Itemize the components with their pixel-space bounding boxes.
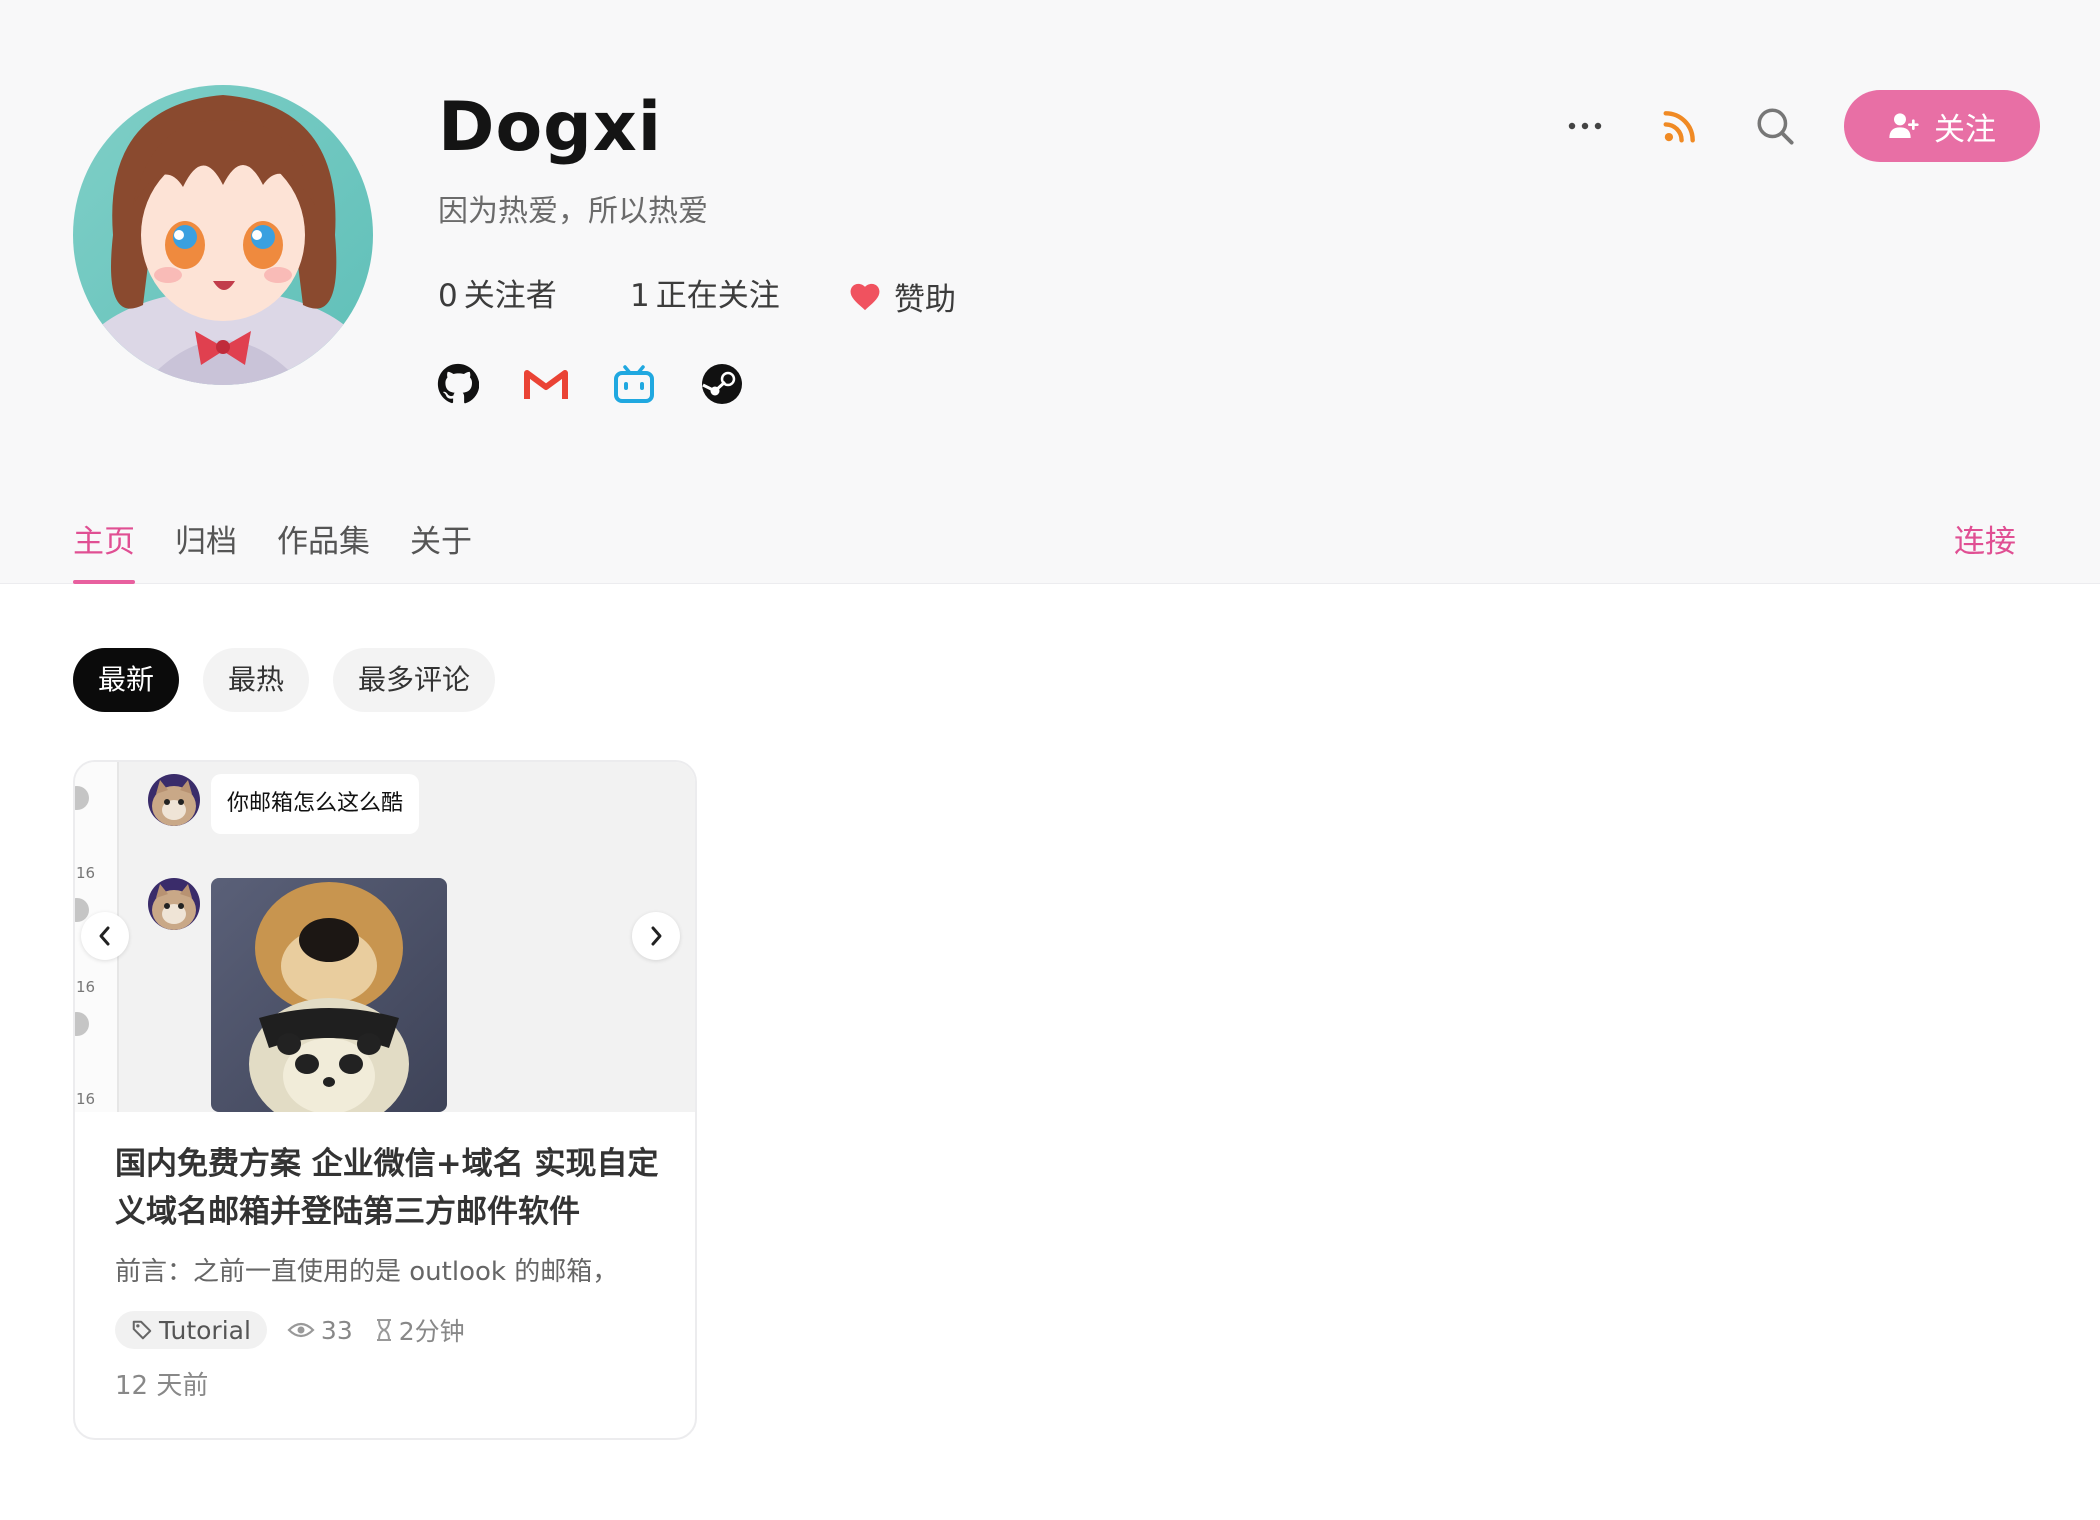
chat-avatar [148,878,200,930]
profile-stats: 0 关注者 1 正在关注 赞助 [438,272,956,320]
steam-icon [702,364,742,404]
gmail-link[interactable] [524,362,568,406]
post-read-time: 2分钟 [375,1312,465,1348]
ellipsis-icon [1568,122,1602,130]
avatar[interactable] [73,85,373,385]
sort-filters: 最新 最热 最多评论 [73,648,519,712]
heart-icon [850,283,880,311]
strip-dot [75,1012,89,1036]
chevron-left-icon [99,926,110,946]
bilibili-icon [614,365,654,403]
following-stat[interactable]: 1 正在关注 [630,272,848,320]
following-count: 1 [630,278,650,314]
post-tag-label: Tutorial [159,1315,251,1345]
post-excerpt: 前言：之前一直使用的是 outlook 的邮箱， [115,1257,619,1287]
rss-icon [1663,111,1695,143]
post-views: 33 [287,1316,353,1345]
strip-number: 16 [76,978,96,996]
eye-icon [287,1322,315,1338]
add-user-icon [1889,113,1919,138]
profile-bio: 因为热爱，所以热爱 [438,194,708,229]
sponsor-button[interactable]: 赞助 [848,274,956,319]
filter-most-comments[interactable]: 最多评论 [333,648,496,712]
post-read-time-label: 2分钟 [398,1317,465,1346]
chevron-right-icon [651,926,662,946]
connect-link[interactable]: 连接 [1954,510,2016,574]
hourglass-icon [376,1319,391,1341]
more-button[interactable] [1561,102,1609,150]
social-links [436,362,788,406]
cover-prev-button[interactable] [81,912,129,960]
post-views-count: 33 [320,1315,353,1345]
post-title[interactable]: 国内免费方案 企业微信+域名 实现自定义域名邮箱并登陆第三方邮件软件 [115,1140,665,1236]
strip-number: 16 [76,1090,96,1108]
follow-button[interactable]: 关注 [1844,90,2040,162]
github-link[interactable] [436,362,480,406]
strip-number: 16 [76,864,96,882]
tab-about[interactable]: 关于 [410,510,472,584]
chat-bubble: 你邮箱怎么这么酷 [211,774,420,834]
cover-next-button[interactable] [632,912,680,960]
followers-label: 关注者 [463,278,557,314]
chat-photo-dog [211,878,447,1112]
filter-latest[interactable]: 最新 [73,648,180,712]
header-actions: 关注 [1561,90,2040,162]
post-card[interactable]: 16 16 16 你邮箱怎么这么酷 国内免费方案 企业微信+域名 实现自定义域名… [73,760,697,1440]
steam-link[interactable] [700,362,744,406]
bilibili-link[interactable] [612,362,656,406]
tab-portfolio[interactable]: 作品集 [277,510,370,584]
github-icon [437,363,479,404]
post-tag[interactable]: Tutorial [115,1311,267,1349]
search-button[interactable] [1751,102,1799,150]
gmail-icon [524,370,568,399]
strip-dot [75,786,89,810]
profile-name: Dogxi [438,88,663,167]
filter-hottest[interactable]: 最热 [203,648,310,712]
tab-archive[interactable]: 归档 [175,510,237,584]
post-cover[interactable]: 16 16 16 你邮箱怎么这么酷 [75,762,695,1112]
tag-icon [132,1320,152,1340]
profile-tabs: 主页 归档 作品集 关于 [73,510,512,584]
sponsor-label: 赞助 [894,281,956,318]
post-meta: Tutorial 33 2分钟 [115,1310,487,1350]
search-icon [1757,108,1794,145]
chat-avatar [148,774,200,826]
following-label: 正在关注 [655,278,780,314]
follow-label: 关注 [1934,111,1996,148]
rss-button[interactable] [1656,102,1704,150]
tab-home[interactable]: 主页 [73,510,135,584]
profile-header: Dogxi 因为热爱，所以热爱 0 关注者 1 正在关注 赞助 关注 主页 归档… [0,0,2100,584]
followers-stat[interactable]: 0 关注者 [438,272,630,320]
followers-count: 0 [438,278,458,314]
post-date: 12 天前 [115,1371,209,1401]
